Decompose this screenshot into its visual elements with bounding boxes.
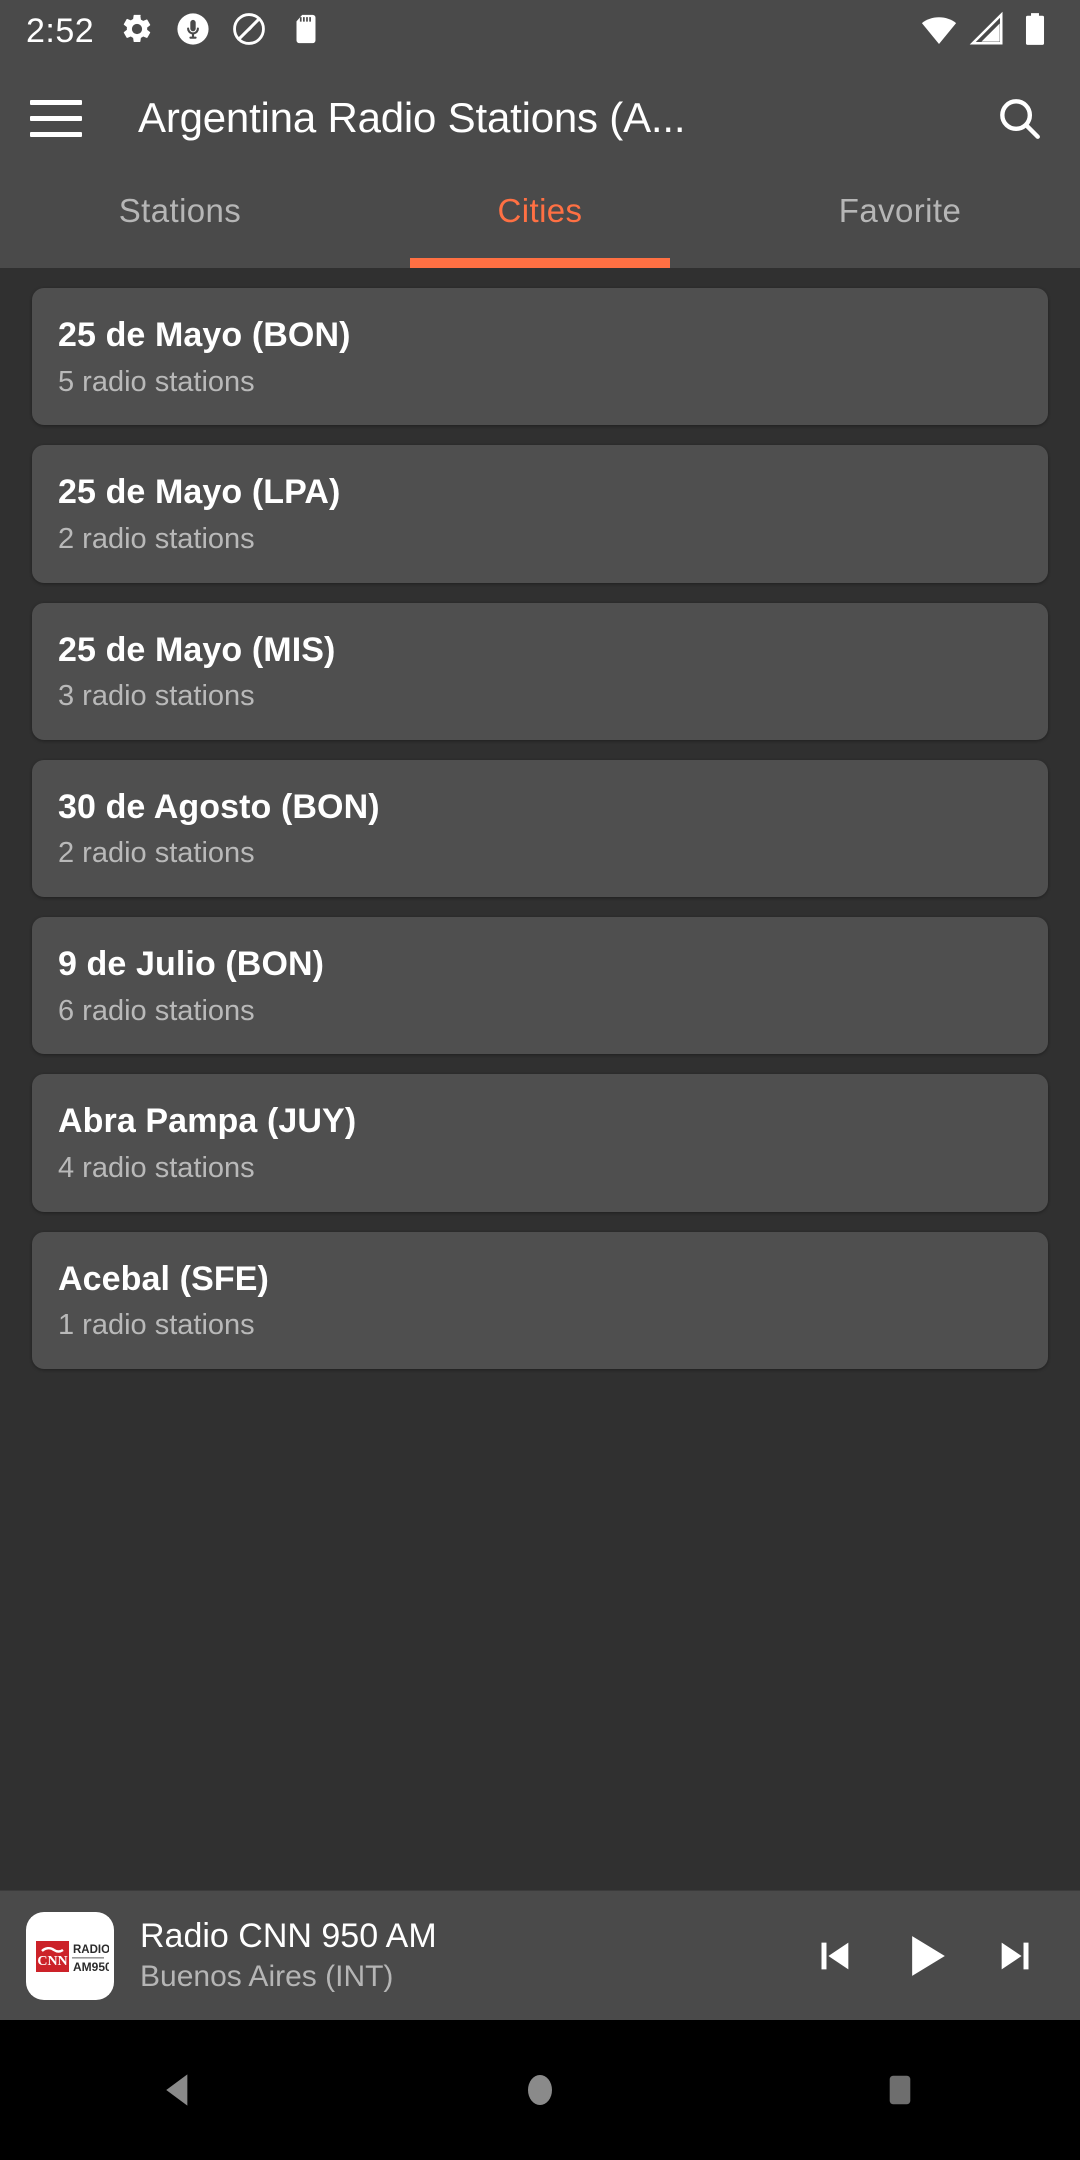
list-item[interactable]: 25 de Mayo (LPA) 2 radio stations (32, 445, 1048, 583)
now-playing-title: Radio CNN 950 AM (140, 1917, 437, 1956)
tab-active-indicator (410, 258, 670, 268)
status-bar-system-icons (920, 10, 1054, 53)
microphone-icon (176, 12, 210, 51)
cnn-radio-logo-icon: CNN RADIO AM950 (31, 1916, 109, 1995)
page-title: Argentina Radio Stations (A... (138, 94, 686, 141)
cellular-signal-icon (968, 10, 1006, 53)
list-item[interactable]: Abra Pampa (JUY) 4 radio stations (32, 1074, 1048, 1212)
next-icon[interactable] (988, 1927, 1046, 1985)
app-bar: Argentina Radio Stations (A... (0, 62, 1080, 174)
city-name: 25 de Mayo (LPA) (58, 473, 341, 512)
status-bar-notification-icons (120, 12, 322, 51)
tab-cities[interactable]: Cities (360, 174, 720, 268)
svg-text:AM950: AM950 (73, 1960, 109, 1974)
city-station-count: 6 radio stations (58, 994, 255, 1027)
city-station-count: 2 radio stations (58, 837, 255, 870)
player-metadata: Radio CNN 950 AM Buenos Aires (INT) (140, 1916, 788, 1995)
home-button[interactable] (480, 2030, 600, 2150)
city-station-count: 4 radio stations (58, 1151, 255, 1184)
city-station-count: 2 radio stations (58, 522, 255, 555)
play-icon[interactable] (896, 1927, 954, 1985)
wifi-icon (920, 10, 958, 53)
now-playing-subtitle: Buenos Aires (INT) (140, 1959, 394, 1993)
player-controls (804, 1927, 1054, 1985)
tab-bar: Stations Cities Favorite (0, 174, 1080, 268)
tab-favorite[interactable]: Favorite (720, 174, 1080, 268)
list-item[interactable]: 25 de Mayo (BON) 5 radio stations (32, 288, 1048, 426)
recents-button[interactable] (840, 2030, 960, 2150)
city-name: Acebal (SFE) (58, 1259, 269, 1298)
city-name: 9 de Julio (BON) (58, 945, 325, 984)
city-list[interactable]: 25 de Mayo (BON) 5 radio stations 25 de … (0, 268, 1080, 1890)
svg-text:CNN: CNN (37, 1954, 67, 1969)
app-window: 2:52 Argentina Radio Stations (A... Stat… (0, 0, 1080, 2160)
station-artwork: CNN RADIO AM950 (26, 1911, 114, 2000)
list-item[interactable]: Acebal (SFE) 1 radio stations (32, 1231, 1048, 1370)
tab-stations-label: Stations (118, 192, 242, 229)
city-station-count: 1 radio stations (58, 1309, 255, 1342)
list-item[interactable]: 9 de Julio (BON) 6 radio stations (32, 917, 1048, 1055)
city-name: 25 de Mayo (BON) (58, 316, 351, 354)
list-item[interactable]: 30 de Agosto (BON) 2 radio stations (32, 759, 1048, 898)
city-station-count: 5 radio stations (58, 365, 255, 398)
back-button[interactable] (120, 2030, 240, 2150)
do-not-disturb-icon (232, 12, 266, 51)
search-icon[interactable] (988, 87, 1050, 149)
status-bar: 2:52 (0, 0, 1080, 62)
mini-player[interactable]: CNN RADIO AM950 Radio CNN 950 AM Buenos … (0, 1890, 1080, 2020)
sd-card-icon (288, 12, 322, 51)
battery-icon (1016, 10, 1054, 53)
city-name: 30 de Agosto (BON) (58, 787, 380, 826)
previous-icon[interactable] (804, 1927, 862, 1985)
city-name: Abra Pampa (JUY) (58, 1102, 357, 1141)
gear-icon (120, 12, 154, 51)
hamburger-menu-icon[interactable] (30, 87, 92, 149)
city-name: 25 de Mayo (MIS) (58, 630, 336, 669)
city-station-count: 3 radio stations (58, 680, 255, 713)
list-item[interactable]: 25 de Mayo (MIS) 3 radio stations (32, 602, 1048, 740)
android-navigation-bar (0, 2020, 1080, 2160)
tab-stations[interactable]: Stations (0, 174, 360, 268)
status-bar-clock: 2:52 (26, 12, 95, 50)
svg-text:RADIO: RADIO (73, 1944, 109, 1956)
tab-cities-label: Cities (497, 192, 583, 229)
tab-favorite-label: Favorite (838, 192, 962, 229)
